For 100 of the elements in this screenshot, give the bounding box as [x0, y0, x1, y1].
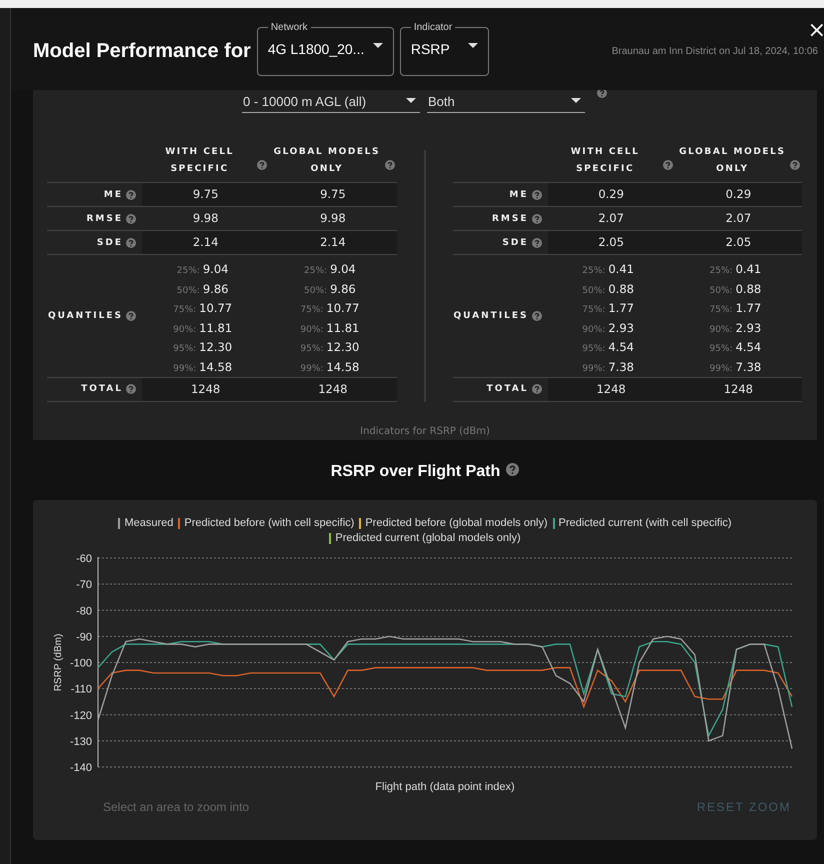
help-icon[interactable] [257, 160, 268, 170]
caret-icon [468, 43, 478, 49]
quantile-label: 90%: [300, 324, 324, 335]
row-label: RMSE [492, 214, 528, 224]
quantile-label: 95%: [710, 344, 733, 354]
quantile-label: 75%: [710, 305, 733, 316]
caret-icon [571, 98, 581, 104]
quantile-label: 99%: [300, 364, 324, 374]
quantile-value: 2.93 [608, 320, 634, 335]
help-icon[interactable] [506, 462, 520, 476]
table-caption: Indicators for RSRP (dBm) [359, 426, 491, 437]
help-icon[interactable] [126, 238, 136, 248]
table-cell: 1248 [548, 378, 675, 402]
legend-label[interactable]: Predicted current (global models only) [335, 532, 521, 544]
legend-label[interactable]: Predicted before (global models only) [365, 517, 548, 529]
chart-title: RSRP over Flight Path [330, 463, 500, 481]
quantile-label: 99%: [582, 364, 606, 374]
quantile-value: 2.93 [736, 320, 762, 335]
close-button[interactable]: × [808, 20, 824, 42]
axis-tick-label: -120 [70, 710, 92, 722]
quantile-value: 12.30 [326, 340, 360, 354]
quantile-value: 0.41 [736, 262, 762, 276]
row-label: ME [509, 190, 528, 200]
axis-title: RSRP (dBm) [53, 634, 64, 692]
quantile-label: 95%: [582, 344, 606, 354]
table-cell: 9.75 [269, 183, 396, 207]
table-cell: 2.05 [674, 231, 802, 255]
quantile-label: 25%: [710, 266, 733, 276]
quantile-label: 75%: [582, 305, 606, 316]
caret-icon [372, 43, 383, 49]
help-icon[interactable] [597, 88, 607, 98]
dropdown[interactable]: Network 4G L1800_20... [256, 22, 394, 76]
quantile-label: 90%: [173, 324, 196, 335]
row-label: SDE [502, 238, 528, 248]
row-label: QUANTILES [453, 310, 528, 321]
column-header: GLOBAL MODELS ONLY [272, 146, 382, 176]
dropdown-value: Both [428, 94, 455, 108]
table-cell: 2.14 [142, 231, 270, 255]
quantile-value: 11.81 [199, 320, 232, 335]
field-label: Indicator [412, 22, 454, 33]
dropdown[interactable]: Indicator RSRP [400, 22, 489, 76]
quantile-value: 10.77 [199, 301, 232, 316]
help-icon[interactable] [532, 190, 542, 200]
dropdown-value: 0 - 10000 m AGL (all) [243, 94, 366, 108]
help-icon[interactable] [532, 214, 542, 224]
help-icon[interactable] [126, 384, 136, 394]
quantile-label: 25%: [304, 266, 328, 276]
dropdown[interactable]: 0 - 10000 m AGL (all) [242, 90, 420, 113]
table-cell: 1248 [142, 378, 270, 402]
field-label: Network [270, 22, 309, 33]
subtitle: Braunau am Inn District on Jul 18, 2024, 10:06 [612, 46, 818, 56]
help-icon[interactable] [126, 214, 136, 224]
quantile-value: 12.30 [199, 340, 232, 354]
quantile-label: 75%: [300, 305, 324, 316]
quantile-label: 90%: [710, 324, 733, 335]
quantile-value: 9.86 [330, 282, 356, 296]
legend-label[interactable]: Measured [124, 517, 174, 529]
quantile-value: 0.41 [608, 262, 634, 276]
help-icon[interactable] [532, 310, 542, 321]
quantile-value: 9.04 [202, 262, 228, 276]
column-header: WITH CELL SPECIFIC [164, 146, 235, 176]
legend-label[interactable]: Predicted before (with cell specific) [184, 517, 354, 529]
axis-tick-label: -60 [76, 553, 92, 565]
row-label: TOTAL [81, 384, 123, 394]
caret-icon [406, 98, 416, 104]
quantile-value: 1.77 [608, 301, 634, 316]
help-icon[interactable] [126, 190, 136, 200]
axis-tick-label: -80 [76, 605, 92, 618]
quantile-label: 99%: [710, 364, 733, 374]
quantile-value: 0.88 [736, 282, 762, 296]
table-cell: 1248 [269, 378, 396, 402]
quantile-label: 50%: [582, 286, 606, 296]
table-cell: 9.75 [142, 183, 270, 207]
table-cell: 2.05 [548, 231, 675, 255]
quantile-value: 4.54 [736, 340, 762, 354]
quantile-value: 10.77 [326, 301, 360, 316]
help-icon[interactable] [662, 160, 673, 170]
legend-label[interactable]: Predicted current (with cell specific) [558, 517, 732, 529]
quantile-label: 50%: [176, 286, 200, 296]
quantile-label: 95%: [173, 344, 196, 354]
table-cell: 1248 [674, 378, 802, 402]
column-header: WITH CELL SPECIFIC [570, 146, 640, 176]
column-header: GLOBAL MODELS ONLY [678, 146, 787, 176]
axis-tick-label: -70 [76, 579, 92, 592]
quantile-value: 1.77 [736, 301, 762, 316]
dropdown[interactable]: Both [427, 90, 585, 113]
help-icon[interactable] [384, 160, 394, 170]
table-cell: 0.29 [548, 183, 675, 207]
row-label: ME [104, 190, 123, 200]
quantile-value: 14.58 [199, 360, 232, 374]
page-title: Model Performance for [33, 40, 251, 62]
table-cell: 2.14 [269, 231, 396, 255]
help-icon[interactable] [532, 384, 542, 394]
help-icon[interactable] [790, 160, 800, 170]
row-label: SDE [96, 238, 123, 248]
quantile-label: 90%: [582, 324, 606, 335]
quantile-value: 7.38 [736, 360, 762, 374]
quantile-label: 95%: [300, 344, 324, 354]
help-icon[interactable] [532, 238, 542, 248]
help-icon[interactable] [126, 310, 136, 321]
